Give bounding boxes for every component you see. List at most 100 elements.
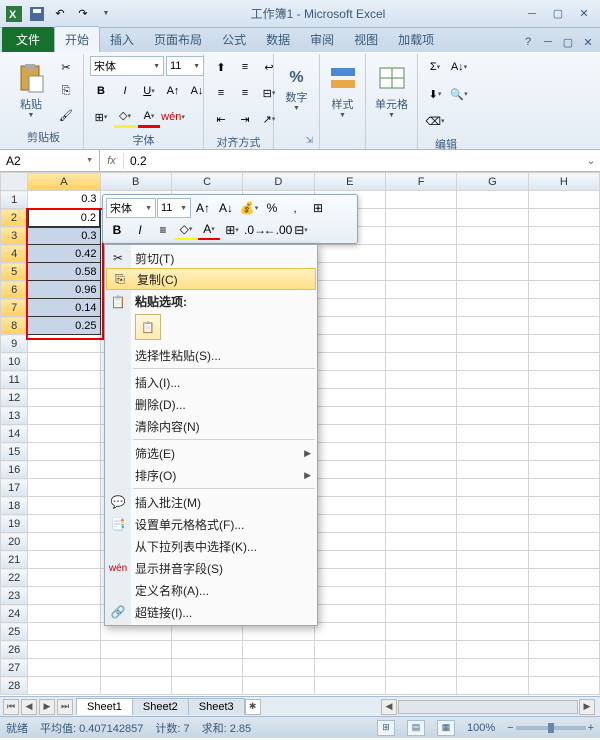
cell-F28[interactable] (385, 677, 456, 695)
mini-fill-color[interactable]: ◇▾ (175, 220, 197, 240)
cell-A6[interactable]: 0.96 (28, 281, 100, 299)
cut-button[interactable]: ✂ (55, 56, 77, 78)
cell-A1[interactable]: 0.3 (28, 191, 100, 209)
cell-F1[interactable] (385, 191, 456, 209)
tab-review[interactable]: 审阅 (300, 27, 344, 52)
row-header-15[interactable]: 15 (1, 443, 28, 461)
underline-button[interactable]: U▾ (138, 80, 160, 102)
cell-E19[interactable] (314, 515, 385, 533)
tab-view[interactable]: 视图 (344, 27, 388, 52)
cell-A14[interactable] (28, 425, 100, 443)
row-header-12[interactable]: 12 (1, 389, 28, 407)
sheet-nav-prev[interactable]: ◀ (21, 699, 37, 715)
cell-E9[interactable] (314, 335, 385, 353)
cell-H18[interactable] (528, 497, 599, 515)
mini-italic[interactable]: I (129, 220, 151, 240)
sheet-tab-2[interactable]: Sheet2 (132, 698, 189, 715)
cell-A4[interactable]: 0.42 (28, 245, 100, 263)
cell-F17[interactable] (385, 479, 456, 497)
cell-E18[interactable] (314, 497, 385, 515)
cell-E8[interactable] (314, 317, 385, 335)
font-size-select[interactable]: 11▼ (166, 56, 204, 76)
horizontal-scrollbar[interactable] (398, 700, 578, 714)
number-format-button[interactable]: % 数字 ▼ (280, 56, 313, 124)
sheet-tab-3[interactable]: Sheet3 (188, 698, 245, 715)
cell-G11[interactable] (457, 371, 528, 389)
cell-A2[interactable]: 0.2 (28, 209, 100, 227)
cell-E10[interactable] (314, 353, 385, 371)
cell-A17[interactable] (28, 479, 100, 497)
menu-delete[interactable]: 删除(D)... (105, 393, 317, 415)
autosum-button[interactable]: Σ▾ (424, 56, 446, 78)
cell-G12[interactable] (457, 389, 528, 407)
menu-hyperlink[interactable]: 🔗超链接(I)... (105, 601, 317, 623)
cell-F24[interactable] (385, 605, 456, 623)
cell-G9[interactable] (457, 335, 528, 353)
cell-A11[interactable] (28, 371, 100, 389)
row-header-21[interactable]: 21 (1, 551, 28, 569)
column-header-F[interactable]: F (385, 173, 456, 191)
cell-A9[interactable] (28, 335, 100, 353)
cell-H5[interactable] (528, 263, 599, 281)
mini-border[interactable]: ⊞▾ (221, 220, 243, 240)
menu-cut[interactable]: ✂剪切(T) (105, 247, 317, 269)
row-header-22[interactable]: 22 (1, 569, 28, 587)
cell-G24[interactable] (457, 605, 528, 623)
copy-button[interactable]: ⎘ (55, 80, 77, 102)
fill-color-button[interactable]: ◇▾ (114, 106, 136, 128)
grow-font-button[interactable]: A↑ (162, 80, 184, 102)
row-header-23[interactable]: 23 (1, 587, 28, 605)
indent-increase-button[interactable]: ⇥ (234, 108, 256, 130)
cell-E7[interactable] (314, 299, 385, 317)
cell-A19[interactable] (28, 515, 100, 533)
border-button[interactable]: ⊞▾ (90, 106, 112, 128)
row-header-9[interactable]: 9 (1, 335, 28, 353)
bold-button[interactable]: B (90, 80, 112, 102)
minimize-ribbon-button[interactable]: ─ (538, 32, 558, 52)
cell-E16[interactable] (314, 461, 385, 479)
cell-E28[interactable] (314, 677, 385, 695)
cell-F26[interactable] (385, 641, 456, 659)
column-header-B[interactable]: B (100, 173, 171, 191)
cell-H25[interactable] (528, 623, 599, 641)
cell-A15[interactable] (28, 443, 100, 461)
cell-B28[interactable] (100, 677, 171, 695)
row-header-26[interactable]: 26 (1, 641, 28, 659)
cell-A10[interactable] (28, 353, 100, 371)
redo-button[interactable]: ↷ (73, 4, 93, 24)
cell-A21[interactable] (28, 551, 100, 569)
cell-E11[interactable] (314, 371, 385, 389)
cell-D27[interactable] (243, 659, 314, 677)
cell-F16[interactable] (385, 461, 456, 479)
cell-F21[interactable] (385, 551, 456, 569)
cell-F8[interactable] (385, 317, 456, 335)
cell-G13[interactable] (457, 407, 528, 425)
cells-button[interactable]: 单元格 ▼ (372, 56, 411, 124)
cell-H26[interactable] (528, 641, 599, 659)
mini-size-select[interactable]: 11▼ (157, 198, 191, 218)
cell-G18[interactable] (457, 497, 528, 515)
cell-C28[interactable] (171, 677, 242, 695)
undo-button[interactable]: ↶ (50, 4, 70, 24)
cell-E20[interactable] (314, 533, 385, 551)
find-button[interactable]: 🔍▾ (448, 83, 470, 105)
cell-E27[interactable] (314, 659, 385, 677)
cell-A3[interactable]: 0.3 (28, 227, 100, 245)
cell-B27[interactable] (100, 659, 171, 677)
cell-G26[interactable] (457, 641, 528, 659)
cell-D26[interactable] (243, 641, 314, 659)
cell-G14[interactable] (457, 425, 528, 443)
tab-layout[interactable]: 页面布局 (144, 27, 212, 52)
paste-option-default[interactable]: 📋 (135, 314, 161, 340)
column-header-D[interactable]: D (243, 173, 314, 191)
row-header-24[interactable]: 24 (1, 605, 28, 623)
cell-H6[interactable] (528, 281, 599, 299)
column-header-G[interactable]: G (457, 173, 528, 191)
cell-F3[interactable] (385, 227, 456, 245)
restore-workbook-button[interactable]: ▢ (558, 32, 578, 52)
sheet-nav-next[interactable]: ▶ (39, 699, 55, 715)
cell-C26[interactable] (171, 641, 242, 659)
menu-phonetic[interactable]: wén显示拼音字段(S) (105, 557, 317, 579)
font-name-select[interactable]: 宋体▼ (90, 56, 164, 76)
row-header-5[interactable]: 5 (1, 263, 28, 281)
